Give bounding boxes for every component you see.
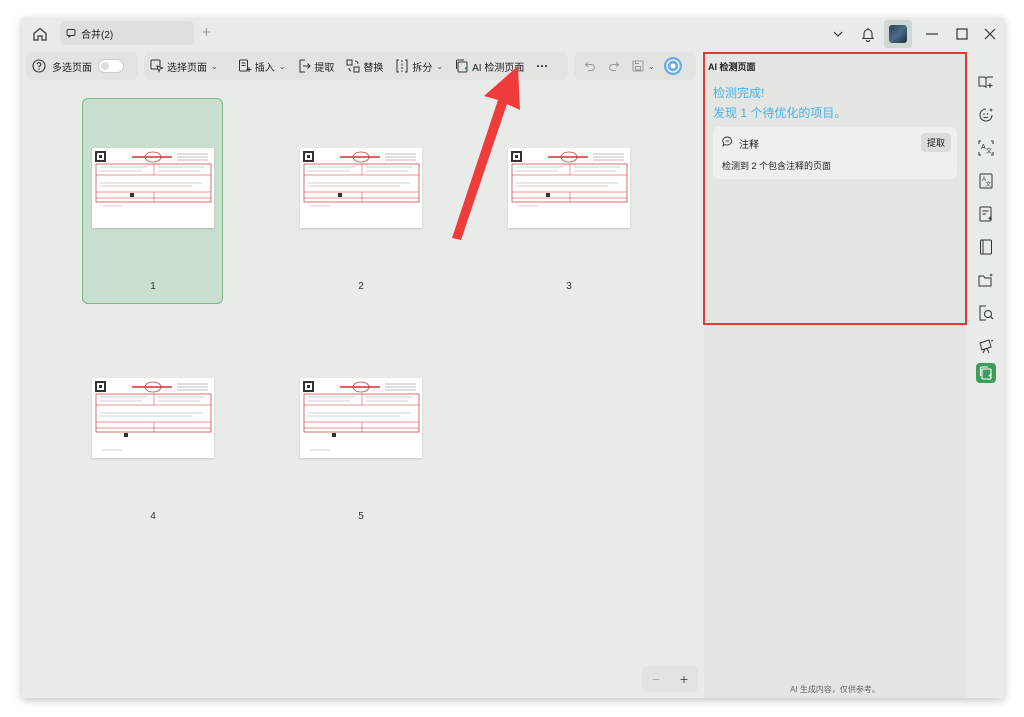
avatar[interactable] xyxy=(884,20,912,48)
ai-summary-icon[interactable] xyxy=(976,204,996,224)
chevron-down-icon: ⌄ xyxy=(278,61,286,71)
redo-icon xyxy=(609,61,620,71)
document-tab-icon xyxy=(66,29,76,38)
help-icon xyxy=(32,59,46,73)
page-number: 5 xyxy=(358,511,364,522)
highlight-annotation-box xyxy=(703,52,967,325)
multi-select-toggle[interactable] xyxy=(98,59,124,73)
chevron-down-icon[interactable] xyxy=(830,18,846,50)
minimize-icon[interactable] xyxy=(922,18,942,50)
save-icon xyxy=(632,60,644,72)
chevron-down-icon: ⌄ xyxy=(648,61,655,71)
invoice-preview xyxy=(95,151,212,207)
split-icon xyxy=(396,59,408,73)
read-book-icon[interactable] xyxy=(976,72,996,92)
undo-icon xyxy=(584,61,595,71)
replace-icon xyxy=(346,59,360,73)
redo-button[interactable] xyxy=(602,52,626,80)
help-button[interactable] xyxy=(26,52,52,80)
undo-button[interactable] xyxy=(578,52,602,80)
page-number: 4 xyxy=(150,511,156,522)
invoice-preview xyxy=(95,381,212,451)
cursor-select-icon xyxy=(150,59,164,73)
chevron-down-icon: ⌄ xyxy=(211,61,218,71)
right-sidebar: A文 A文 xyxy=(968,50,1004,698)
document-tab-label: 合并(2) xyxy=(81,29,114,41)
page-thumbnail-2[interactable] xyxy=(300,148,422,228)
zoom-control: − + xyxy=(642,666,698,692)
save-button[interactable]: ⌄ xyxy=(626,52,661,80)
split-label: 拆分 xyxy=(412,62,433,74)
translate-icon[interactable]: A文 xyxy=(976,138,996,158)
extract-label: 提取 xyxy=(314,62,335,74)
replace-label: 替换 xyxy=(363,62,384,74)
ai-detect-pages-icon[interactable] xyxy=(976,363,996,383)
ai-chat-icon[interactable] xyxy=(976,105,996,125)
insert-label: 插入 xyxy=(254,62,275,74)
close-icon[interactable] xyxy=(980,18,1000,50)
arrow-annotation-icon xyxy=(452,66,520,240)
invoice-preview xyxy=(303,381,420,451)
book-icon[interactable] xyxy=(976,237,996,257)
page-number: 2 xyxy=(358,281,364,292)
page-number: 3 xyxy=(566,281,572,292)
extract-icon xyxy=(299,59,312,73)
maximize-icon[interactable] xyxy=(952,18,972,50)
page-thumbnail-5[interactable] xyxy=(300,378,422,458)
page-thumbnail-4[interactable] xyxy=(92,378,214,458)
title-bar: 合并(2) + xyxy=(22,18,1004,50)
home-icon[interactable] xyxy=(30,24,50,44)
zoom-in-button[interactable]: + xyxy=(680,671,688,687)
insert-page-icon xyxy=(238,59,252,72)
bell-icon[interactable] xyxy=(858,18,878,50)
select-page-button[interactable]: 选择页面 ⌄ xyxy=(144,52,224,80)
replace-button[interactable]: 替换 xyxy=(340,52,389,80)
presentation-icon[interactable] xyxy=(976,336,996,356)
multi-select-group: 多选页面 xyxy=(26,52,138,80)
svg-text:文: 文 xyxy=(986,147,992,155)
extract-button[interactable]: 提取 xyxy=(291,52,340,80)
search-document-icon[interactable] xyxy=(976,303,996,323)
insert-button[interactable]: 插入 ⌄ xyxy=(232,52,292,80)
history-group: ⌄ xyxy=(574,52,696,80)
multi-select-label: 多选页面 xyxy=(52,62,92,74)
folder-ai-icon[interactable] xyxy=(976,270,996,290)
document-tab[interactable]: 合并(2) xyxy=(60,21,194,45)
translate-document-icon[interactable]: A文 xyxy=(976,171,996,191)
zoom-out-button[interactable]: − xyxy=(652,671,660,687)
select-page-label: 选择页面 xyxy=(167,62,207,74)
page-thumbnail-1[interactable] xyxy=(92,148,214,228)
assistant-button[interactable] xyxy=(661,52,685,80)
new-tab-button[interactable]: + xyxy=(202,24,211,41)
invoice-preview xyxy=(303,151,420,207)
svg-text:文: 文 xyxy=(986,180,992,188)
more-icon: ··· xyxy=(536,59,549,73)
ai-assistant-icon xyxy=(663,57,682,75)
more-button[interactable]: ··· xyxy=(530,52,554,80)
page-number: 1 xyxy=(150,281,156,292)
ai-disclaimer: AI 生成内容，仅供参考。 xyxy=(790,685,880,694)
